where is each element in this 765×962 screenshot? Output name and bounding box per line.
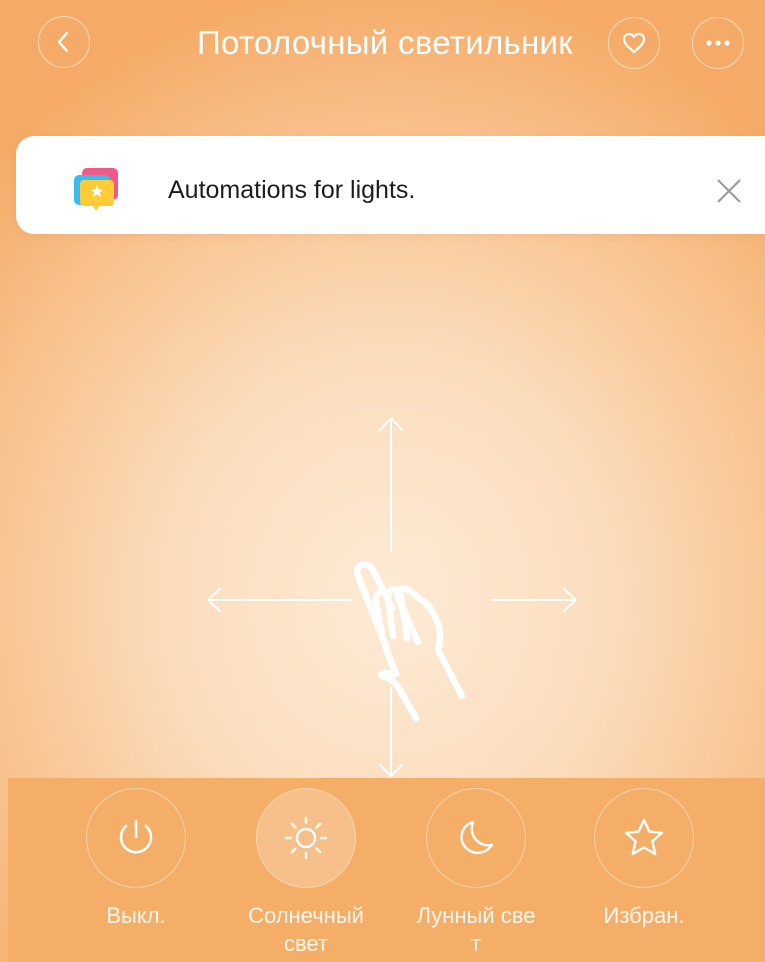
chevron-left-icon: [57, 31, 69, 53]
header: Потолочный светильник: [0, 0, 765, 90]
page-title: Потолочный светильник: [196, 24, 574, 61]
mode-sunlight-label: Солнечный свет: [248, 903, 364, 956]
heart-icon: [622, 32, 646, 54]
more-dots-icon: [706, 40, 730, 46]
mode-moonlight-button[interactable]: [426, 788, 526, 888]
back-button[interactable]: [38, 16, 90, 68]
power-icon: [119, 819, 153, 854]
moon-icon: [460, 820, 494, 855]
device-screen: Потолочный светильник Automations for li…: [0, 0, 765, 962]
close-icon[interactable]: [716, 178, 742, 204]
mode-moonlight[interactable]: Лунный свет: [416, 788, 536, 958]
automation-banner[interactable]: Automations for lights.: [16, 136, 765, 234]
mode-bar: Выкл. Солнечный свет Лунный свет Избран.: [8, 778, 765, 962]
mode-off-button[interactable]: [86, 788, 186, 888]
sun-icon: [284, 816, 328, 860]
mode-sunlight-button[interactable]: [256, 788, 356, 888]
mode-off-label: Выкл.: [106, 903, 166, 928]
swipe-hand-icon[interactable]: [200, 410, 580, 780]
mode-favorites[interactable]: Избран.: [584, 788, 704, 930]
mode-sunlight[interactable]: Солнечный свет: [246, 788, 366, 958]
star-icon: [624, 818, 664, 856]
more-button[interactable]: [692, 17, 744, 69]
automation-cards-icon: [74, 168, 118, 211]
mode-off[interactable]: Выкл.: [76, 788, 196, 930]
mode-moonlight-label: Лунный свет: [416, 903, 536, 956]
mode-favorites-label: Избран.: [603, 903, 685, 928]
favorite-button[interactable]: [608, 17, 660, 69]
mode-favorites-button[interactable]: [594, 788, 694, 888]
banner-text: Automations for lights.: [168, 176, 416, 204]
